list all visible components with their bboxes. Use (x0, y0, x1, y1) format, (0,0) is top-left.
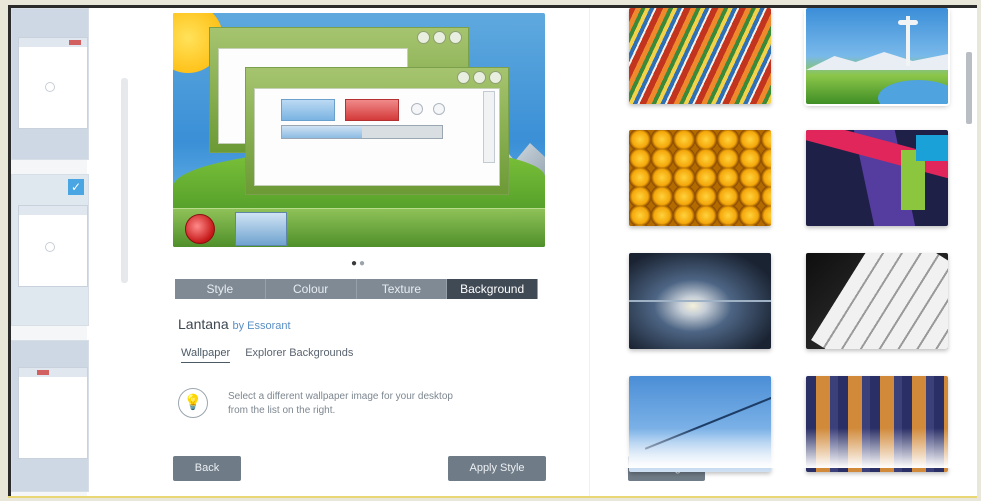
wallpaper-list-fade (611, 428, 977, 468)
theme-thumbnail[interactable] (11, 340, 89, 492)
theme-title: Lantana by Essorant (178, 316, 291, 332)
theme-name: Lantana (178, 316, 229, 332)
tab-style[interactable]: Style (175, 279, 266, 299)
tab-background[interactable]: Background (447, 279, 538, 299)
wallpaper-thumbnail[interactable] (629, 8, 771, 104)
subtab-wallpaper[interactable]: Wallpaper (181, 347, 231, 363)
theme-manager-window: ✓ ●● Style Colour Texture Background Lan… (8, 5, 977, 496)
preview-radio (433, 103, 445, 115)
start-orb-icon (185, 214, 215, 244)
wallpaper-thumbnail[interactable] (806, 130, 948, 226)
preview-progress-bar (281, 125, 443, 139)
pager-dot-inactive[interactable]: ● (359, 258, 367, 269)
background-subtabs: Wallpaper Explorer Backgrounds (181, 347, 365, 363)
close-icon (449, 31, 462, 44)
hint-text: Select a different wallpaper image for y… (228, 391, 453, 416)
close-icon (489, 71, 502, 84)
minimize-icon (457, 71, 470, 84)
tab-colour[interactable]: Colour (266, 279, 357, 299)
theme-list: ✓ (11, 8, 89, 496)
maximize-icon (433, 31, 446, 44)
wallpaper-thumbnail[interactable] (806, 253, 948, 349)
maximize-icon (473, 71, 486, 84)
preview-blue-button (281, 99, 335, 121)
panel-divider (589, 8, 590, 496)
close-icon (69, 40, 81, 45)
preview-scrollbar (483, 91, 495, 163)
preview-radio (411, 103, 423, 115)
preview-pager[interactable]: ●● (173, 258, 545, 269)
checkmark-icon: ✓ (68, 179, 84, 195)
subtab-explorer-backgrounds[interactable]: Explorer Backgrounds (245, 347, 353, 362)
preview-window-front (245, 67, 509, 195)
wallpaper-thumbnail[interactable] (629, 130, 771, 226)
theme-list-scrollbar[interactable] (121, 78, 128, 283)
lightbulb-icon: 💡 (178, 388, 208, 418)
theme-thumbnail-selected[interactable]: ✓ (11, 174, 89, 326)
theme-author-link[interactable]: by Essorant (233, 320, 291, 332)
wallpaper-list-scrollbar[interactable] (966, 52, 972, 124)
preview-red-button (345, 99, 399, 121)
wallpaper-thumbnail-selected[interactable] (806, 8, 948, 104)
close-icon (37, 370, 49, 375)
tab-texture[interactable]: Texture (357, 279, 448, 299)
wallpaper-thumbnail[interactable] (629, 253, 771, 349)
taskbar-window-icon (235, 212, 287, 246)
minimize-icon (417, 31, 430, 44)
back-button[interactable]: Back (173, 456, 241, 481)
customize-tabs: Style Colour Texture Background (175, 279, 538, 299)
theme-thumbnail[interactable] (11, 8, 89, 160)
radio-icon (45, 82, 55, 92)
preview-taskbar (173, 208, 545, 247)
apply-style-button[interactable]: Apply Style (448, 456, 546, 481)
radio-icon (45, 242, 55, 252)
pager-dot-active[interactable]: ● (351, 258, 359, 269)
theme-preview (173, 13, 545, 247)
